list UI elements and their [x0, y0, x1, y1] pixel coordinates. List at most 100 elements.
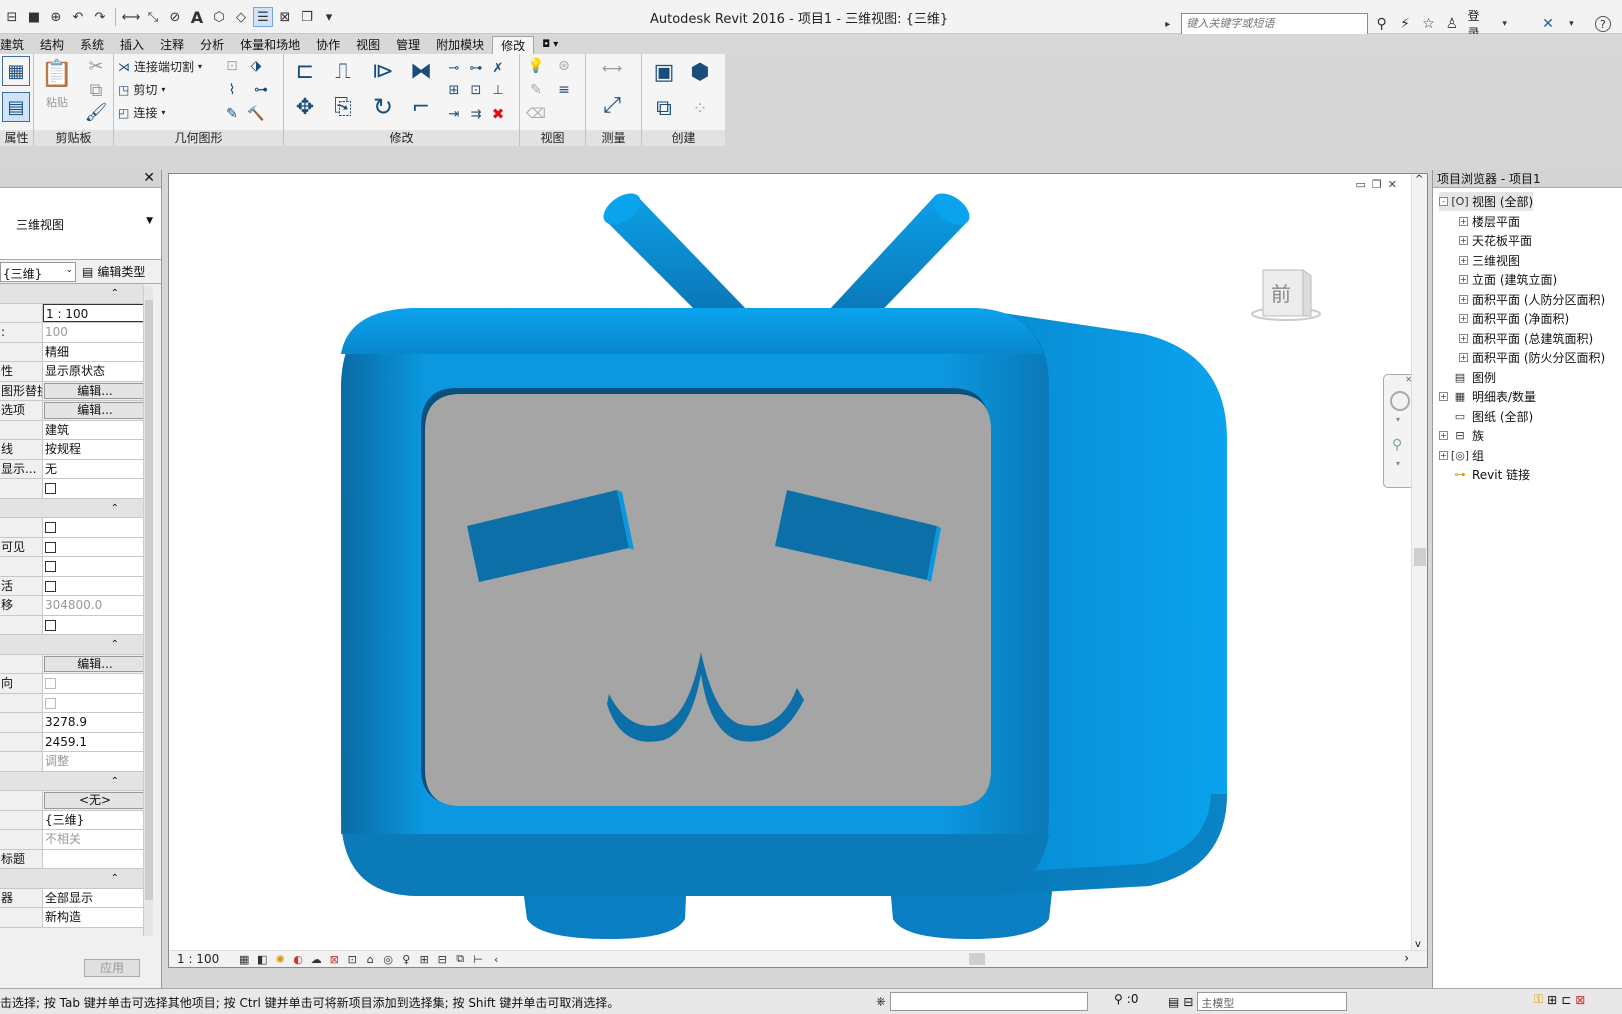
- tree-item[interactable]: ⊶ Revit 链接: [1439, 465, 1531, 484]
- edit-property-button[interactable]: <无>: [44, 792, 144, 809]
- worksharing-icon[interactable]: ⊞: [417, 953, 431, 966]
- filter-icon[interactable]: ⚲: [1114, 992, 1123, 1006]
- expand-icon[interactable]: +: [1459, 275, 1468, 284]
- properties-scrollbar[interactable]: [143, 286, 153, 936]
- checkbox[interactable]: [45, 678, 56, 689]
- undo-icon[interactable]: ↶: [68, 7, 88, 27]
- cut-geometry-button[interactable]: ◳ 剪切 ▾: [118, 81, 165, 98]
- align-icon[interactable]: ⊏: [290, 56, 320, 86]
- match-type-icon[interactable]: 🖌: [85, 102, 108, 123]
- edit-property-button[interactable]: 编辑...: [44, 655, 144, 672]
- property-value[interactable]: 不相关: [43, 830, 145, 849]
- create-parts-icon[interactable]: ⬢: [684, 56, 716, 88]
- eraser-icon[interactable]: ⌫: [526, 104, 546, 124]
- subscription-icon[interactable]: ⚡: [1395, 14, 1414, 34]
- dropdown-icon[interactable]: ▾: [1615, 14, 1622, 34]
- instance-selector[interactable]: {三维} ⌄: [0, 261, 76, 282]
- linework-icon[interactable]: ✎: [222, 104, 242, 124]
- zoom-icon[interactable]: ⚲: [1392, 437, 1402, 453]
- trim-extend-corner-icon[interactable]: ⌐: [406, 92, 436, 122]
- sun-path-icon[interactable]: ✺: [273, 953, 287, 966]
- property-value[interactable]: 显示原状态: [43, 362, 145, 381]
- edit-type-button[interactable]: ▤ 编辑类型: [82, 263, 145, 280]
- close-hidden-windows-icon[interactable]: ⊠: [275, 7, 295, 27]
- tab-analyze[interactable]: 分析: [192, 36, 232, 54]
- checkbox[interactable]: [45, 561, 56, 572]
- text-icon[interactable]: A: [187, 7, 207, 27]
- split-face-icon[interactable]: ⊡: [222, 56, 242, 76]
- scroll-up-icon[interactable]: ^: [1415, 174, 1423, 185]
- close-icon[interactable]: ✕: [1388, 178, 1397, 191]
- tab-collaborate[interactable]: 协作: [308, 36, 348, 54]
- scroll-thumb[interactable]: [969, 953, 985, 965]
- tree-item[interactable]: + 面积平面 (净面积): [1459, 309, 1569, 328]
- trim-extend-single-icon[interactable]: ⇥: [444, 104, 464, 124]
- collapse-icon[interactable]: -: [1439, 197, 1448, 206]
- redo-icon[interactable]: ↷: [90, 7, 110, 27]
- restore-icon[interactable]: ❐: [1372, 178, 1382, 191]
- chevron-right-icon[interactable]: ›: [1404, 951, 1409, 965]
- measure-distance-icon[interactable]: ⟷: [594, 58, 630, 80]
- scroll-thumb[interactable]: [145, 300, 153, 900]
- dropdown-icon[interactable]: ▾: [1495, 14, 1514, 34]
- properties-icon[interactable]: ▦: [2, 56, 30, 86]
- tree-item[interactable]: + 立面 (建筑立面): [1459, 270, 1557, 289]
- design-options-icon[interactable]: ▤: [1168, 995, 1179, 1009]
- edit-property-button[interactable]: 编辑...: [44, 382, 144, 399]
- linework-view-icon[interactable]: ✎: [526, 80, 546, 100]
- tab-structure[interactable]: 结构: [32, 36, 72, 54]
- properties-section-header[interactable]: ⌃: [0, 635, 145, 655]
- lightbulb-icon[interactable]: 💡: [526, 56, 546, 76]
- default-3d-view-icon[interactable]: ⬡: [209, 7, 229, 27]
- tab-manage[interactable]: 管理: [388, 36, 428, 54]
- hammer-icon[interactable]: 🔨: [246, 104, 266, 124]
- vertical-scrollbar[interactable]: ^ v: [1411, 174, 1427, 952]
- tab-insert[interactable]: 插入: [112, 36, 152, 54]
- worksets-icon[interactable]: ⎈: [876, 994, 886, 1009]
- steering-wheel-icon[interactable]: [1390, 391, 1410, 411]
- mirror-draw-axis-icon[interactable]: ⧓: [406, 56, 436, 86]
- expand-icon[interactable]: +: [1459, 314, 1468, 323]
- chevron-down-icon[interactable]: ▾: [1396, 415, 1400, 424]
- properties-section-header[interactable]: ⌃: [0, 284, 145, 304]
- open-icon[interactable]: ⊟: [2, 7, 22, 27]
- thin-lines-icon[interactable]: ☰: [253, 7, 273, 27]
- mirror-pick-axis-icon[interactable]: ⧐: [368, 56, 398, 86]
- property-value[interactable]: 精细: [43, 342, 145, 361]
- viewcube[interactable]: 前: [1251, 264, 1321, 324]
- tree-item[interactable]: ▤ 图例: [1439, 368, 1496, 387]
- expand-icon[interactable]: +: [1439, 431, 1448, 440]
- properties-section-header[interactable]: ⌃: [0, 498, 145, 518]
- offset-icon[interactable]: ⎍: [328, 56, 358, 86]
- property-value[interactable]: 304800.0: [43, 596, 145, 615]
- editable-only-icon[interactable]: ⊟: [1183, 995, 1193, 1009]
- section-icon[interactable]: ◇: [231, 7, 251, 27]
- tree-item[interactable]: + 三维视图: [1459, 251, 1520, 270]
- expand-icon[interactable]: +: [1459, 216, 1468, 226]
- chevron-left-icon[interactable]: ‹: [489, 953, 503, 966]
- visual-style-icon[interactable]: ◧: [255, 953, 269, 966]
- property-value[interactable]: 100: [43, 323, 145, 342]
- split-element-icon[interactable]: ⊸: [444, 58, 464, 78]
- copy-icon[interactable]: ⧉: [86, 80, 106, 101]
- expand-icon[interactable]: +: [1439, 392, 1448, 401]
- property-value[interactable]: [43, 537, 145, 556]
- create-group-icon[interactable]: ⧉: [648, 92, 680, 124]
- expand-icon[interactable]: +: [1459, 236, 1468, 245]
- highlight-displacement-icon[interactable]: ⧉: [453, 952, 467, 966]
- minimize-icon[interactable]: ▭: [1356, 178, 1366, 191]
- tree-item[interactable]: ▭ 图纸 (全部): [1439, 407, 1533, 426]
- tree-item[interactable]: + [◎] 组: [1439, 446, 1484, 465]
- property-value[interactable]: [43, 557, 145, 576]
- chevron-right-icon[interactable]: ▸: [1158, 14, 1177, 34]
- property-value[interactable]: 1 : 100: [43, 303, 145, 322]
- tree-item[interactable]: - [O] 视图 (全部): [1439, 192, 1534, 211]
- paste-icon[interactable]: 📋: [41, 56, 73, 92]
- expand-icon[interactable]: +: [1459, 294, 1468, 304]
- type-selector[interactable]: 三维视图 ▼: [0, 188, 161, 260]
- expand-icon[interactable]: +: [1439, 450, 1448, 460]
- tree-item[interactable]: + 面积平面 (防火分区面积): [1459, 348, 1605, 367]
- help-icon[interactable]: ?: [1595, 16, 1611, 32]
- view-scale[interactable]: 1 : 100: [177, 952, 219, 966]
- checkbox[interactable]: [45, 522, 56, 533]
